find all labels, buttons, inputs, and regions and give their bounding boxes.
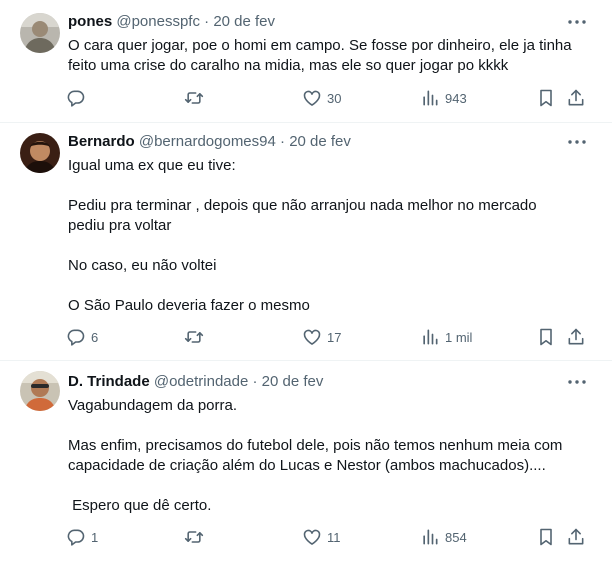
tweet[interactable]: Bernardo @bernardogomes94 · 20 de fev Ig… (0, 123, 612, 360)
tweet-text-line: O cara quer jogar, poe o homi em campo. … (68, 37, 572, 54)
views-button[interactable]: 1 mil (420, 327, 472, 347)
bookmark-icon (536, 88, 556, 108)
tweet-text-line: Igual uma ex que eu tive: (68, 157, 236, 174)
reply-count: 1 (91, 529, 99, 545)
bookmark-button[interactable] (536, 88, 556, 108)
tweet-date[interactable]: 20 de fev (213, 13, 275, 30)
bookmark-icon (536, 527, 556, 547)
header-separator: · (280, 133, 286, 150)
more-icon[interactable] (566, 12, 588, 32)
tweet-text-line (68, 476, 598, 496)
share-button[interactable] (566, 527, 586, 547)
tweet-text-line: Vagabundagem da porra. (68, 397, 238, 414)
share-icon (566, 327, 586, 347)
tweet-text-line: capacidade de criação além do Lucas e Ne… (68, 457, 546, 474)
retweet-button[interactable] (184, 88, 209, 108)
author-handle[interactable]: @bernardogomes94 (139, 133, 276, 150)
tweet[interactable]: pones @ponesspfc · 20 de fev O cara quer… (0, 0, 612, 122)
retweet-icon (184, 88, 204, 108)
bookmark-icon (536, 327, 556, 347)
share-icon (566, 88, 586, 108)
like-count: 11 (327, 529, 341, 545)
more-icon[interactable] (566, 372, 588, 392)
retweet-icon (184, 327, 204, 347)
like-button[interactable]: 11 (302, 527, 341, 547)
tweet-text-line (68, 176, 598, 196)
heart-icon (302, 88, 322, 108)
tweet-text-line (68, 276, 598, 296)
reply-button[interactable] (66, 88, 91, 108)
share-icon (566, 527, 586, 547)
author-handle[interactable]: @odetrindade (154, 373, 248, 390)
bookmark-button[interactable] (536, 327, 556, 347)
reply-count: 6 (91, 329, 99, 345)
tweet-text: Vagabundagem da porra. Mas enfim, precis… (68, 396, 598, 516)
tweet-actions: 30 943 (66, 88, 590, 108)
views-button[interactable]: 854 (420, 527, 467, 547)
views-bar-chart-icon (420, 527, 440, 547)
like-count: 17 (327, 329, 342, 345)
tweet-actions: 6 17 1 mil (66, 327, 590, 347)
avatar[interactable] (20, 133, 60, 173)
share-button[interactable] (566, 88, 586, 108)
tweet-text-line: feito uma crise do caralho na midia, mas… (68, 57, 509, 74)
heart-icon (302, 327, 322, 347)
view-count: 943 (445, 90, 467, 106)
tweet-text-line: Espero que dê certo. (68, 497, 212, 514)
view-count: 1 mil (445, 329, 473, 345)
tweet-text: O cara quer jogar, poe o homi em campo. … (68, 36, 598, 76)
reply-icon (66, 327, 86, 347)
reply-button[interactable]: 1 (66, 527, 98, 547)
views-bar-chart-icon (420, 327, 440, 347)
avatar[interactable] (20, 13, 60, 53)
tweet-actions: 1 11 854 (66, 527, 590, 547)
header-separator: · (252, 373, 258, 390)
reply-icon (66, 88, 86, 108)
tweet-text-line: O São Paulo deveria fazer o mesmo (68, 297, 310, 314)
reply-icon (66, 527, 86, 547)
heart-icon (302, 527, 322, 547)
tweet-text-line: pediu pra voltar (68, 217, 172, 234)
retweet-icon (184, 527, 204, 547)
retweet-button[interactable] (184, 327, 209, 347)
tweet-text-line: Mas enfim, precisamos do futebol dele, p… (68, 437, 563, 454)
author-handle[interactable]: @ponesspfc (116, 13, 200, 30)
share-button[interactable] (566, 327, 586, 347)
tweet-header: Bernardo @bernardogomes94 · 20 de fev (68, 132, 351, 152)
author-name[interactable]: pones (68, 13, 112, 30)
bookmark-button[interactable] (536, 527, 556, 547)
author-name[interactable]: D. Trindade (68, 373, 150, 390)
tweet[interactable]: D. Trindade @odetrindade · 20 de fev Vag… (0, 361, 612, 562)
reply-button[interactable]: 6 (66, 327, 98, 347)
like-button[interactable]: 17 (302, 327, 341, 347)
retweet-button[interactable] (184, 527, 209, 547)
tweet-text: Igual uma ex que eu tive: Pediu pra term… (68, 156, 598, 316)
view-count: 854 (445, 529, 467, 545)
tweet-header: pones @ponesspfc · 20 de fev (68, 12, 275, 32)
tweet-text-line (68, 236, 598, 256)
like-button[interactable]: 30 (302, 88, 341, 108)
tweet-text-line: Pediu pra terminar , depois que não arra… (68, 197, 537, 214)
views-bar-chart-icon (420, 88, 440, 108)
like-count: 30 (327, 90, 342, 106)
tweet-text-line (68, 416, 598, 436)
tweet-header: D. Trindade @odetrindade · 20 de fev (68, 372, 323, 392)
avatar[interactable] (20, 371, 60, 411)
tweet-text-line: No caso, eu não voltei (68, 257, 217, 274)
header-separator: · (204, 13, 210, 30)
more-icon[interactable] (566, 132, 588, 152)
views-button[interactable]: 943 (420, 88, 467, 108)
tweet-date[interactable]: 20 de fev (289, 133, 351, 150)
tweet-date[interactable]: 20 de fev (262, 373, 324, 390)
author-name[interactable]: Bernardo (68, 133, 135, 150)
